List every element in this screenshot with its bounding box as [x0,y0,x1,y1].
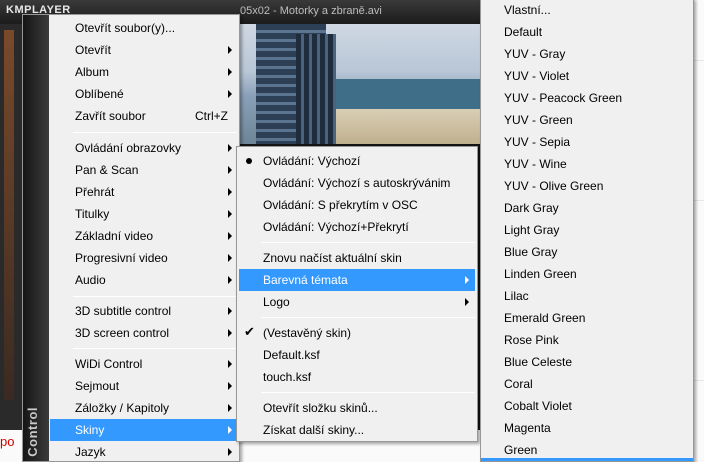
menu-separator [73,132,237,133]
submenu-arrow-icon [228,144,232,152]
theme-item[interactable]: Dark Gray [483,197,691,219]
theme-item[interactable]: YUV - Gray [483,43,691,65]
theme-item[interactable]: YUV - Green [483,109,691,131]
player-left-strip [0,24,22,430]
submenu-arrow-icon [228,382,232,390]
color-themes-submenu: Vlastní... Default YUV - Gray YUV - Viol… [480,0,694,462]
submenu-arrow-icon [228,360,232,368]
menu-separator [261,242,475,243]
theme-item[interactable]: YUV - Wine [483,153,691,175]
theme-item[interactable]: Vlastní... [483,0,691,21]
theme-item[interactable]: YUV - Violet [483,65,691,87]
submenu-arrow-icon [465,298,469,306]
theme-item[interactable]: YUV - Peacock Green [483,87,691,109]
submenu-arrow-icon [228,188,232,196]
submenu-arrow-icon [228,448,232,456]
submenu-arrow-icon [228,232,232,240]
skins-item-open-folder[interactable]: Otevřít složku skinů... [239,397,475,419]
theme-item[interactable]: Linden Green [483,263,691,285]
theme-item[interactable]: Blue Gray [483,241,691,263]
submenu-arrow-icon [228,329,232,337]
theme-item[interactable]: Coral [483,373,691,395]
menu-item-album[interactable]: Album [50,61,238,83]
menu-item-language[interactable]: Jazyk [50,441,238,462]
skins-item-touch-ksf[interactable]: touch.ksf [239,366,475,388]
menu-item-favorites[interactable]: Oblíbené [50,83,238,105]
theme-item[interactable]: Emerald Green [483,307,691,329]
theme-item[interactable]: YUV - Olive Green [483,175,691,197]
skins-item-builtin[interactable]: ✔ (Vestavěný skin) [239,322,475,344]
submenu-arrow-icon [228,90,232,98]
skins-submenu: Ovládání: Výchozí Ovládání: Výchozí s au… [236,146,478,442]
theme-item[interactable]: Light Gray [483,219,691,241]
menu-item-screen-control[interactable]: Ovládání obrazovky [50,137,238,159]
menu-item-pan-scan[interactable]: Pan & Scan [50,159,238,181]
theme-item[interactable]: Blue Celeste [483,351,691,373]
menu-item-3d-screen-control[interactable]: 3D screen control [50,322,238,344]
menu-item-progressive-video[interactable]: Progresivní video [50,247,238,269]
checkmark-icon: ✔ [244,324,255,339]
skins-item-control-default[interactable]: Ovládání: Výchozí [239,150,475,172]
menu-side-band: Control [23,15,49,461]
theme-item[interactable]: Magenta [483,417,691,439]
menu-item-basic-video[interactable]: Základní video [50,225,238,247]
menu-separator [73,348,237,349]
menu-separator [261,392,475,393]
menu-side-label: Control [25,407,40,457]
menu-item-play[interactable]: Přehrát [50,181,238,203]
skins-item-reload[interactable]: Znovu načíst aktuální skin [239,247,475,269]
menu-item-3d-subtitle-control[interactable]: 3D subtitle control [50,300,238,322]
submenu-arrow-icon [228,46,232,54]
skins-item-get-more[interactable]: Získat další skiny... [239,419,475,441]
shortcut-label: Ctrl+Z [195,109,228,123]
submenu-arrow-icon [228,276,232,284]
menu-item-bookmarks-chapters[interactable]: Záložky / Kapitoly [50,397,238,419]
player-window-title: 05x02 - Motorky a zbraně.avi [240,5,382,17]
menu-separator [261,317,475,318]
theme-item[interactable]: YUV - Sepia [483,131,691,153]
menu-separator [73,296,237,297]
skins-item-default-ksf[interactable]: Default.ksf [239,344,475,366]
submenu-arrow-icon [228,426,232,434]
theme-item[interactable]: Default [483,21,691,43]
skins-item-logo[interactable]: Logo [239,291,475,313]
menu-item-open-files[interactable]: Otevřít soubor(y)... [50,17,238,39]
menu-item-skins[interactable]: Skiny [50,419,238,441]
submenu-arrow-icon [228,307,232,315]
submenu-arrow-icon [228,68,232,76]
menu-item-subtitles[interactable]: Titulky [50,203,238,225]
skins-item-control-default-overlay[interactable]: Ovládání: Výchozí+Překrytí [239,216,475,238]
menu-item-open[interactable]: Otevřít [50,39,238,61]
skins-item-control-autohide[interactable]: Ovládání: Výchozí s autoskrývánim [239,172,475,194]
theme-item[interactable]: Lilac [483,285,691,307]
submenu-arrow-icon [228,166,232,174]
main-context-menu: Control Otevřít soubor(y)... Otevřít Alb… [22,14,240,462]
skins-item-color-themes[interactable]: Barevná témata [239,269,475,291]
menu-item-audio[interactable]: Audio [50,269,238,291]
submenu-arrow-icon [465,276,469,284]
submenu-arrow-icon [228,254,232,262]
skins-item-control-osc-overlay[interactable]: Ovládání: S překrytím v OSC [239,194,475,216]
menu-item-widi-control[interactable]: WiDi Control [50,353,238,375]
video-frame[interactable] [236,24,480,144]
submenu-arrow-icon [228,210,232,218]
theme-item[interactable]: Rose Pink [483,329,691,351]
radio-bullet-icon [246,158,252,164]
menu-item-close-file[interactable]: Zavřít soubor Ctrl+Z [50,105,238,127]
theme-item[interactable]: Cobalt Violet [483,395,691,417]
submenu-arrow-icon [228,404,232,412]
background-text-fragment: po [0,434,15,449]
menu-item-capture[interactable]: Sejmout [50,375,238,397]
menu-scroll-edge [481,458,693,461]
